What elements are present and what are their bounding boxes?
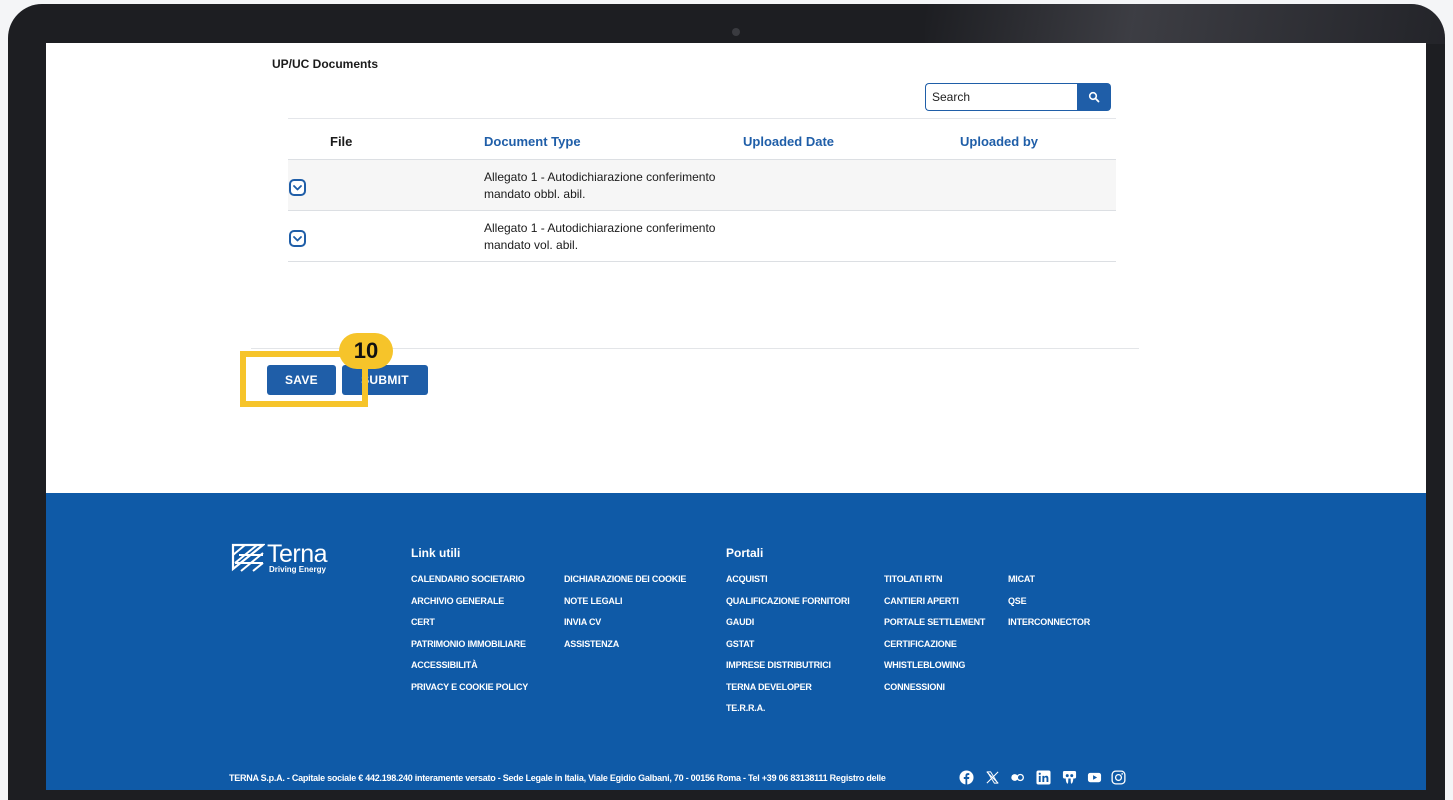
device-frame: UP/UC Documents File Document Type Uploa… <box>0 0 1453 800</box>
terna-logo-icon <box>231 543 265 572</box>
bezel-reflection <box>925 4 1445 44</box>
footer-link[interactable]: MICAT <box>1008 574 1035 584</box>
legal-text: TERNA S.p.A. - Capitale sociale € 442.19… <box>229 773 886 783</box>
submit-button[interactable]: SUBMIT <box>342 365 428 395</box>
search-button[interactable] <box>1077 83 1111 111</box>
footer-link[interactable]: GSTAT <box>726 639 754 649</box>
x-icon[interactable] <box>984 769 1000 785</box>
footer-link[interactable]: TE.R.R.A. <box>726 703 765 713</box>
step-badge: 10 <box>339 333 393 369</box>
table-header: File Document Type Uploaded Date Uploade… <box>288 118 1116 160</box>
flickr-icon[interactable] <box>1009 769 1025 785</box>
footer-link[interactable]: QSE <box>1008 596 1027 606</box>
footer-link[interactable]: QUALIFICAZIONE FORNITORI <box>726 596 850 606</box>
column-header-uploaded-date[interactable]: Uploaded Date <box>743 134 834 149</box>
logo-tagline: Driving Energy <box>269 565 326 574</box>
footer-link[interactable]: PORTALE SETTLEMENT <box>884 617 985 627</box>
save-button[interactable]: SAVE <box>267 365 336 395</box>
terna-logo[interactable]: Terna Driving Energy <box>231 540 366 577</box>
column-header-document-type[interactable]: Document Type <box>484 134 581 149</box>
table-row: Allegato 1 - Autodichiarazione conferime… <box>288 160 1116 211</box>
document-type-cell: Allegato 1 - Autodichiarazione conferime… <box>484 221 716 252</box>
footer-link[interactable]: CANTIERI APERTI <box>884 596 959 606</box>
expand-row-button[interactable] <box>289 179 306 196</box>
footer-link[interactable]: INVIA CV <box>564 617 601 627</box>
slideshare-icon[interactable] <box>1061 769 1077 785</box>
footer-link[interactable]: ARCHIVIO GENERALE <box>411 596 504 606</box>
footer-link[interactable]: TITOLATI RTN <box>884 574 942 584</box>
search-input[interactable] <box>925 83 1077 111</box>
search-icon <box>1088 91 1100 103</box>
screen: UP/UC Documents File Document Type Uploa… <box>46 43 1426 790</box>
instagram-icon[interactable] <box>1110 769 1126 785</box>
expand-row-button[interactable] <box>289 230 306 247</box>
footer: Terna Driving Energy Link utili Portali … <box>46 493 1426 790</box>
footer-link[interactable]: IMPRESE DISTRIBUTRICI <box>726 660 831 670</box>
camera-icon <box>732 28 740 36</box>
portali-title: Portali <box>726 546 764 560</box>
link-utili-title: Link utili <box>411 546 461 560</box>
footer-link[interactable]: INTERCONNECTOR <box>1008 617 1090 627</box>
footer-link[interactable]: NOTE LEGALI <box>564 596 623 606</box>
footer-link[interactable]: ACCESSIBILITÀ <box>411 660 478 670</box>
chevron-down-icon <box>293 184 302 190</box>
column-header-uploaded-by[interactable]: Uploaded by <box>960 134 1038 149</box>
footer-link[interactable]: PRIVACY E COOKIE POLICY <box>411 682 528 692</box>
column-header-file: File <box>330 134 353 149</box>
table-row: Allegato 1 - Autodichiarazione conferime… <box>288 211 1116 262</box>
linkedin-icon[interactable] <box>1035 769 1051 785</box>
facebook-icon[interactable] <box>958 769 974 785</box>
footer-link[interactable]: ACQUISTI <box>726 574 768 584</box>
footer-link[interactable]: PATRIMONIO IMMOBILIARE <box>411 639 526 649</box>
search-bar <box>925 83 1111 111</box>
footer-link[interactable]: CERTIFICAZIONE <box>884 639 957 649</box>
documents-table: File Document Type Uploaded Date Uploade… <box>288 118 1116 262</box>
footer-link[interactable]: ASSISTENZA <box>564 639 619 649</box>
footer-link[interactable]: GAUDI <box>726 617 754 627</box>
chevron-down-icon <box>293 235 302 241</box>
footer-link[interactable]: CONNESSIONI <box>884 682 945 692</box>
footer-link[interactable]: TERNA DEVELOPER <box>726 682 812 692</box>
footer-link[interactable]: WHISTLEBLOWING <box>884 660 965 670</box>
footer-link[interactable]: CERT <box>411 617 435 627</box>
footer-link[interactable]: CALENDARIO SOCIETARIO <box>411 574 525 584</box>
footer-link[interactable]: DICHIARAZIONE DEI COOKIE <box>564 574 686 584</box>
youtube-icon[interactable] <box>1086 769 1102 785</box>
section-title: UP/UC Documents <box>272 57 379 71</box>
document-type-cell: Allegato 1 - Autodichiarazione conferime… <box>484 170 716 201</box>
